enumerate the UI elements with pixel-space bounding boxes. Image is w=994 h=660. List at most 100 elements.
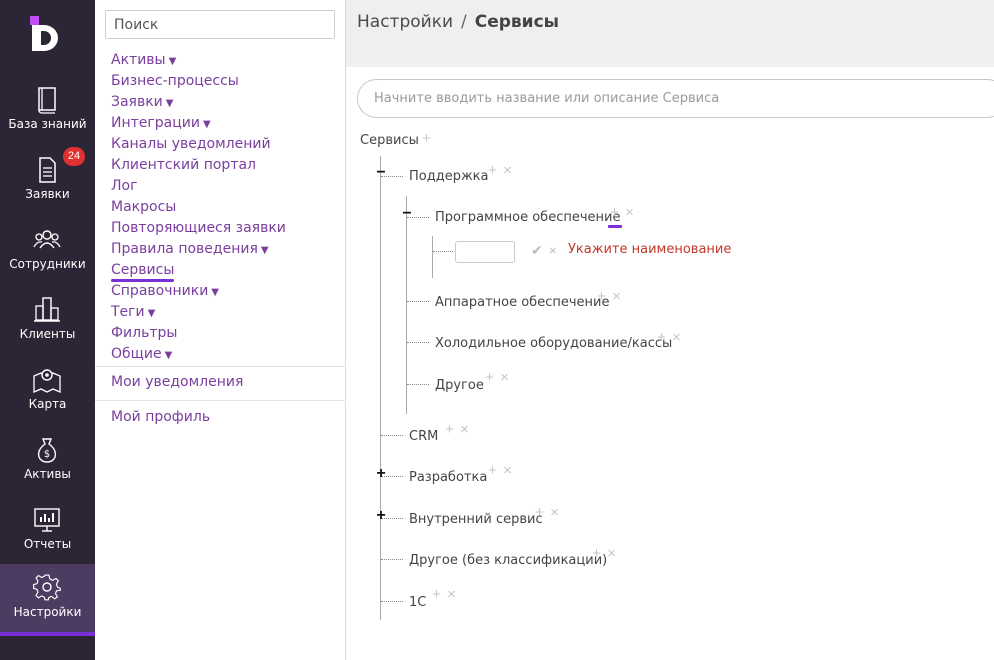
add-icon[interactable]: + [442,421,457,438]
service-search-input[interactable] [357,79,994,118]
delete-icon[interactable]: × [604,545,619,562]
node-actions: + × [442,421,472,438]
nav-item-employees[interactable]: Сотрудники [0,226,95,296]
menu-item-filters[interactable]: Фильтры [111,325,177,341]
breadcrumb: Настройки / Сервисы [357,12,559,32]
tree-node-other-unclassified[interactable]: Другое (без классификации) [409,553,607,568]
nav-label: Отчеты [23,537,72,551]
tree-node-crm[interactable]: CRM [409,429,438,444]
left-nav: База знаний 24 Заявки Сотрудники Клиенты… [0,0,95,660]
menu-item-integrations[interactable]: Интеграции ▼ [111,115,211,131]
nav-item-assets[interactable]: $ Активы [0,436,95,506]
delete-icon[interactable]: × [609,288,624,305]
menu-item-tags[interactable]: Теги ▼ [111,304,155,320]
collapse-icon[interactable]: − [401,205,413,223]
tree-node-refrigeration[interactable]: Холодильное оборудование/кассы [435,336,672,351]
menu-item-notification-channels[interactable]: Каналы уведомлений [111,136,271,152]
nav-item-settings[interactable]: Настройки [0,564,95,636]
tree-node-development[interactable]: Разработка [409,470,487,485]
tree-node-internal-service[interactable]: Внутренний сервис [409,512,543,527]
breadcrumb-parent[interactable]: Настройки [357,12,453,32]
add-icon[interactable]: + [429,586,444,603]
menu-item-recurring-tickets[interactable]: Повторяющиеся заявки [111,220,286,236]
expand-icon[interactable]: + [375,465,387,483]
delete-icon[interactable]: × [457,421,472,438]
delete-icon[interactable]: × [500,162,515,179]
node-actions: + × [654,329,684,346]
node-actions: + × [594,288,624,305]
menu-item-macros[interactable]: Макросы [111,199,176,215]
people-icon [33,230,61,249]
menu-item-tickets[interactable]: Заявки ▼ [111,94,174,110]
menu-item-assets[interactable]: Активы ▼ [111,52,176,68]
validation-error: Укажите наименование [568,242,732,257]
gear-icon [33,574,61,601]
menu-item-business-processes[interactable]: Бизнес-процессы [111,73,239,89]
tree-line [406,196,407,414]
logo-icon[interactable] [30,16,66,52]
delete-icon[interactable]: × [444,586,459,603]
menu-item-services[interactable]: Сервисы [111,262,175,282]
add-icon[interactable]: + [485,162,500,179]
dropdown-arrow-icon: ▼ [147,308,156,319]
nav-label: Активы [24,467,71,481]
add-icon[interactable]: + [485,462,500,479]
dropdown-arrow-icon: ▼ [168,56,177,67]
confirm-icon[interactable]: ✔ [531,242,543,259]
tree-line [381,435,403,436]
cancel-icon[interactable]: × [549,243,557,258]
menu-item-general[interactable]: Общие ▼ [111,346,172,362]
add-icon[interactable]: + [589,545,604,562]
new-service-name-input[interactable] [455,241,515,263]
delete-icon[interactable]: × [500,462,515,479]
nav-label: База знаний [8,117,87,131]
nav-item-knowledge-base[interactable]: База знаний [0,86,95,156]
page-header: Настройки / Сервисы [346,0,994,67]
delete-icon[interactable]: × [669,329,684,346]
menu-item-directories[interactable]: Справочники ▼ [111,283,219,299]
nav-label: Карта [28,397,67,411]
delete-icon[interactable]: × [622,204,637,221]
node-actions: + × [429,586,459,603]
settings-menu: Активы▼ Бизнес-процессы Заявки▼ Интеграц… [95,0,346,660]
add-icon[interactable]: + [419,130,434,147]
expand-icon[interactable]: + [375,507,387,525]
add-icon[interactable]: + [482,369,497,386]
tree-line [407,342,429,343]
dropdown-arrow-icon: ▼ [202,119,211,130]
page-title: Сервисы [474,12,560,32]
add-icon[interactable]: + [607,204,622,221]
nav-item-clients[interactable]: Клиенты [0,296,95,366]
tree-node-support[interactable]: Поддержка [409,169,489,184]
add-icon[interactable]: + [654,329,669,346]
tree-line [432,236,433,278]
add-icon[interactable]: + [532,504,547,521]
menu-item-my-notifications[interactable]: Мои уведомления [111,374,243,390]
add-active-indicator [608,225,622,228]
add-icon[interactable]: + [594,288,609,305]
map-icon [33,369,61,393]
tree-line [433,251,453,252]
nav-label: Клиенты [19,327,76,341]
tree-node-software[interactable]: Программное обеспечение [435,210,620,225]
node-actions: + × [485,462,515,479]
menu-item-my-profile[interactable]: Мой профиль [111,409,210,425]
menu-item-client-portal[interactable]: Клиентский портал [111,157,256,173]
collapse-icon[interactable]: − [375,164,387,182]
menu-search-input[interactable] [105,10,335,39]
delete-icon[interactable]: × [547,504,562,521]
nav-item-map[interactable]: Карта [0,366,95,436]
node-actions: + × [485,162,515,179]
menu-item-log[interactable]: Лог [111,178,137,194]
tree-node-hardware[interactable]: Аппаратное обеспечение [435,295,609,310]
svg-text:$: $ [44,449,50,460]
tree-node-other[interactable]: Другое [435,378,484,393]
menu-item-behavior-rules[interactable]: Правила поведения ▼ [111,241,269,257]
nav-item-tickets[interactable]: 24 Заявки [0,147,95,226]
tree-line [407,384,429,385]
nav-label: Настройки [13,605,82,619]
delete-icon[interactable]: × [497,369,512,386]
dropdown-arrow-icon: ▼ [165,98,174,109]
tickets-count-badge: 24 [63,147,85,166]
tree-node-1c[interactable]: 1С [409,595,426,610]
